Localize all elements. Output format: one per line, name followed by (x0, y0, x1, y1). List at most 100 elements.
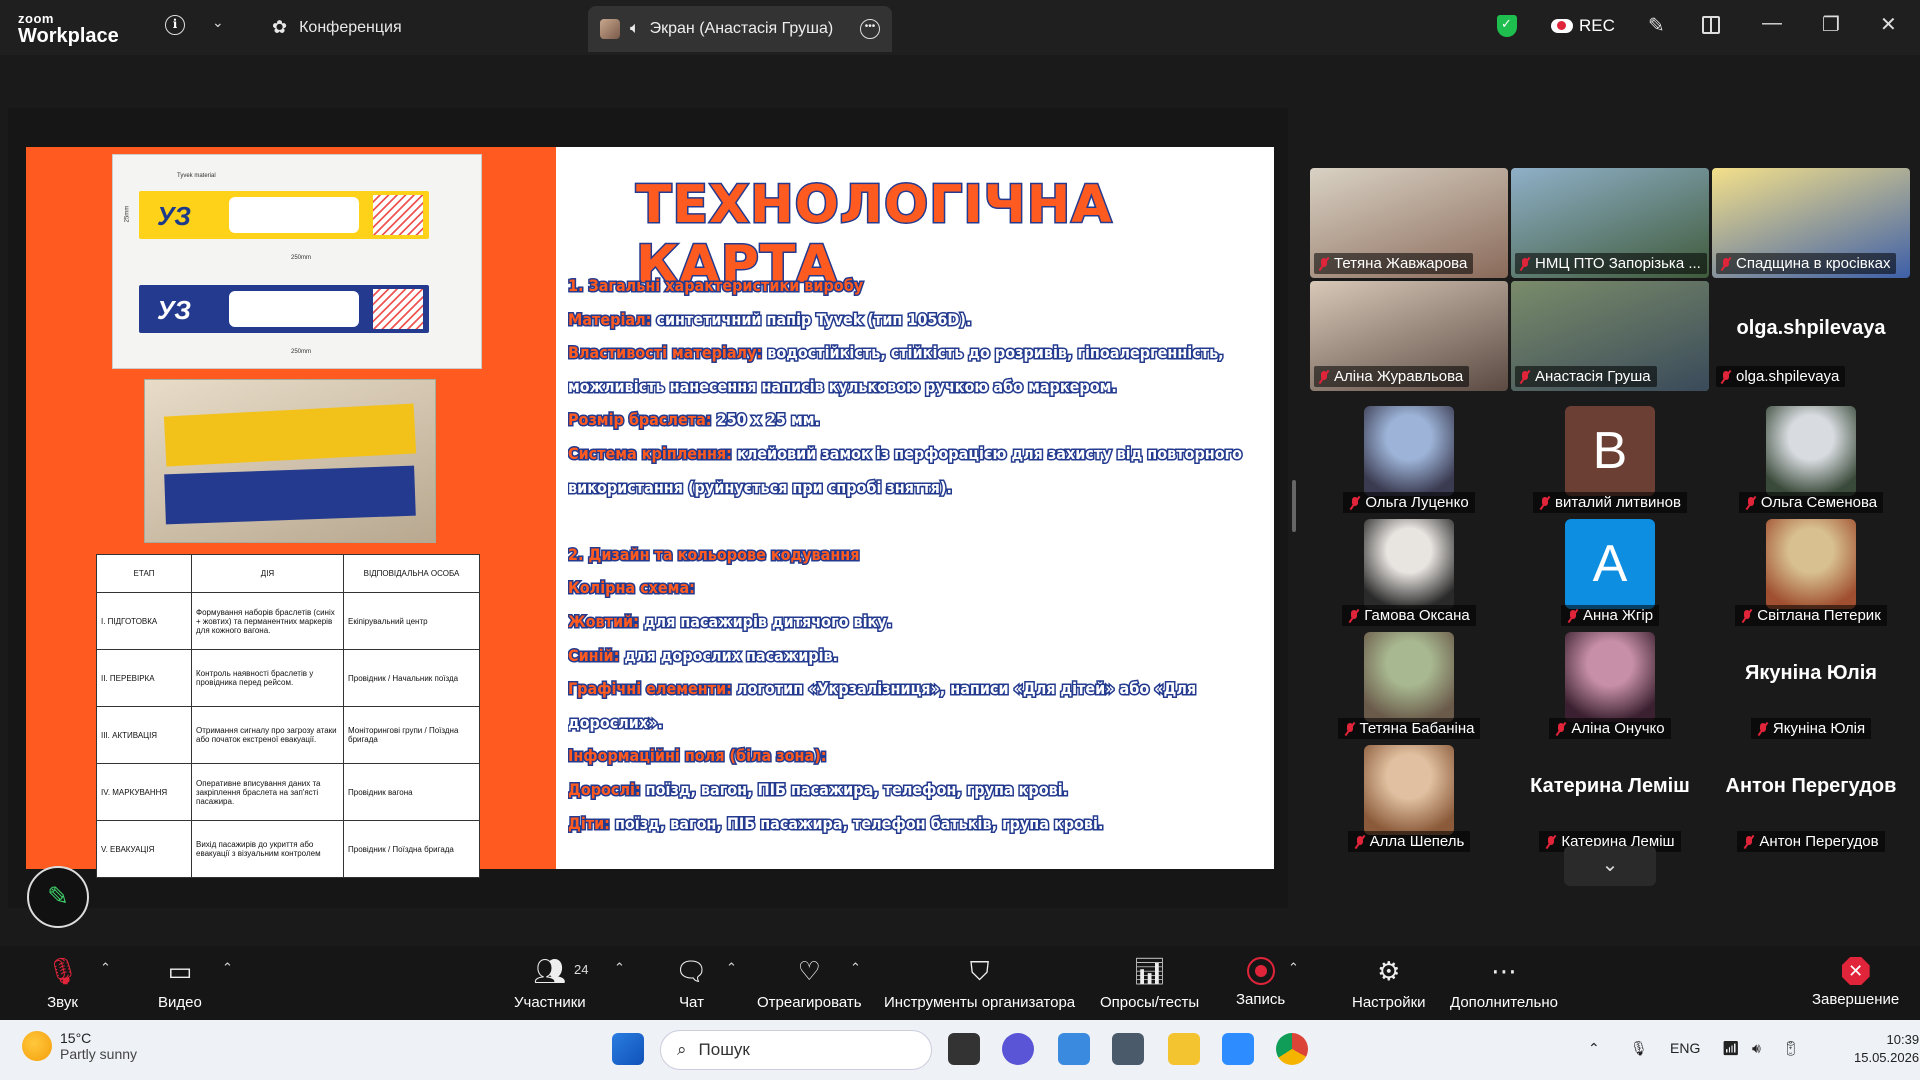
polls-label: Опросы/тесты (1100, 994, 1200, 1011)
participant-avatar-tile[interactable]: Ольга Луценко (1310, 406, 1508, 516)
taskbar-search-input[interactable]: ⌕ Пошук (660, 1030, 932, 1070)
slide-line-key: Розмір браслета: (568, 409, 713, 431)
layout-icon[interactable] (1702, 16, 1720, 34)
more-options-icon[interactable]: ••• (860, 19, 880, 39)
slide-line-value: можливість нанесення написів кульковою р… (568, 375, 1118, 397)
avatar-initial: B (1565, 406, 1655, 496)
battery-icon[interactable]: 🔋︎ (1782, 1040, 1800, 1057)
photos-app-icon[interactable] (1058, 1033, 1090, 1065)
pen-icon[interactable]: ✎ (1648, 13, 1665, 38)
record-options-caret[interactable]: ⌃ (1288, 960, 1299, 976)
settings-label: Настройки (1352, 994, 1426, 1011)
participant-name-tag: olga.shpilevaya (1716, 366, 1846, 387)
record-button[interactable]: Запись (1236, 954, 1285, 1008)
slide-line-key: Колірна схема: (568, 577, 696, 599)
wifi-icon[interactable]: 📶︎ (1722, 1040, 1740, 1057)
calculator-icon[interactable] (1112, 1033, 1144, 1065)
windows-start-icon[interactable] (612, 1033, 644, 1065)
participant-avatar-tile[interactable]: Тетяна Бабаніна (1310, 632, 1508, 742)
zoom-app-icon[interactable] (1222, 1033, 1254, 1065)
slide-right-panel: ТЕХНОЛОГІЧНА КАРТА 1. Загальні характери… (556, 147, 1274, 869)
input-language[interactable]: ENG (1670, 1040, 1700, 1056)
chat-button[interactable]: 🗨︎ Чат (675, 954, 708, 1011)
participant-video-tile[interactable]: Тетяна Жавжарова (1310, 168, 1508, 278)
chat-icon: 🗨︎ (675, 956, 709, 986)
participant-avatar-tile[interactable]: Bвиталий литвинов (1511, 406, 1709, 516)
participant-avatar-tile[interactable]: Гамова Оксана (1310, 519, 1508, 629)
minimize-icon[interactable]: — (1762, 12, 1782, 35)
host-tools-button[interactable]: ⛉ Инструменты организатора (884, 954, 1075, 1011)
participants-options-caret[interactable]: ⌃ (614, 960, 625, 976)
taskbar-clock[interactable]: 10:39 15.05.2026 (1854, 1031, 1919, 1067)
participant-avatar-tile[interactable]: Якуніна Юлія Якуніна Юлія (1712, 632, 1910, 742)
more-button[interactable]: ⋯ Дополнительно (1450, 954, 1558, 1011)
restore-icon[interactable]: ❐ (1822, 12, 1840, 37)
participant-avatar-tile[interactable]: A Анна Жгір (1511, 519, 1709, 629)
video-button[interactable]: ▭ Видео (158, 954, 202, 1011)
diagram-dimension-width: 250mm (291, 255, 312, 261)
participant-avatar-tile[interactable]: Антон Перегудов Антон Перегудов (1712, 745, 1910, 855)
table-cell: Контроль наявності браслетів у провідник… (191, 649, 344, 707)
participant-display-name: Якуніна Юлія (1745, 662, 1877, 684)
participant-name-tag: Алла Шепель (1310, 831, 1508, 853)
participant-avatar-tile[interactable]: Аліна Онучко (1511, 632, 1709, 742)
sharer-avatar (600, 19, 620, 39)
chevron-down-icon[interactable]: ⌄ (212, 14, 224, 31)
participant-video-tile[interactable]: Аліна Журавльова (1310, 281, 1508, 391)
slide-text-line: Синій: для дорослих пасажирів. (568, 639, 1264, 673)
participant-name: Спадщина в кросівках (1736, 255, 1891, 272)
tray-mic-icon[interactable]: 🎙︎ (1630, 1040, 1648, 1057)
table-row: III. АКТИВАЦІЯ Отримання сигналу про заг… (96, 706, 480, 764)
participant-video-tile[interactable]: НМЦ ПТО Запорізька ... (1511, 168, 1709, 278)
mic-muted-icon (1720, 257, 1732, 271)
encryption-shield-icon[interactable] (1497, 15, 1517, 37)
video-options-caret[interactable]: ⌃ (222, 960, 233, 976)
polls-button[interactable]: 📊︎ Опросы/тесты (1100, 954, 1199, 1011)
participant-name-tag: Аліна Онучко (1511, 718, 1709, 740)
weather-widget[interactable]: 15°C Partly sunny (22, 1030, 137, 1062)
mic-muted-icon (1318, 370, 1330, 384)
tab-conference[interactable]: ✿ Конференция (272, 0, 402, 55)
tab-shared-screen[interactable]: 🔈︎ Экран (Анастасія Груша) ••• (588, 6, 892, 52)
participant-video-tile[interactable]: olga.shpilevaya olga.shpilevaya (1712, 281, 1910, 391)
participants-count: 24 (574, 962, 589, 977)
annotate-pen-button[interactable]: ✎ (27, 866, 89, 928)
end-meeting-button[interactable]: ✕ Завершение (1812, 954, 1899, 1008)
info-field (229, 197, 359, 233)
copilot-chat-icon[interactable] (1002, 1033, 1034, 1065)
close-icon[interactable]: ✕ (1880, 12, 1897, 37)
slide-line-value: синтетичний папір Tyvek (тип 1056D). (651, 308, 973, 330)
slide-line-value: поїзд, вагон, ПІБ пасажира, телефон, гру… (640, 778, 1069, 800)
file-explorer-icon[interactable] (1168, 1033, 1200, 1065)
participant-avatar-tile[interactable]: Алла Шепель (1310, 745, 1508, 855)
react-options-caret[interactable]: ⌃ (850, 960, 861, 976)
react-button[interactable]: ♡ Отреагировать (757, 954, 862, 1011)
cloud-recording-indicator[interactable]: REC (1551, 16, 1615, 36)
participant-name: Тетяна Жавжарова (1334, 255, 1468, 272)
tray-overflow-chevron[interactable]: ⌃ (1588, 1040, 1600, 1057)
participant-display-name: olga.shpilevaya (1736, 317, 1886, 339)
participant-avatar-tile[interactable]: Катерина Леміш Катерина Леміш (1511, 745, 1709, 855)
table-cell: III. АКТИВАЦІЯ (96, 706, 192, 764)
chrome-icon[interactable] (1276, 1033, 1308, 1065)
diagram-dimension-width: 250mm (291, 349, 312, 355)
participant-avatar-tile[interactable]: Світлана Петерик (1712, 519, 1910, 629)
slide-text-line: Дорослі: поїзд, вагон, ПІБ пасажира, тел… (568, 773, 1264, 807)
chat-options-caret[interactable]: ⌃ (726, 960, 737, 976)
participant-video-tile[interactable]: Спадщина в кросівках (1712, 168, 1910, 278)
volume-icon[interactable]: 🔊︎ (1752, 1040, 1761, 1057)
task-view-icon[interactable] (948, 1033, 980, 1065)
gallery-next-page-button[interactable]: ⌄ (1564, 846, 1656, 886)
audio-button[interactable]: 🎙︎ Звук (46, 954, 79, 1011)
participant-video-tile[interactable]: Анастасія Груша (1511, 281, 1709, 391)
meeting-info-icon[interactable]: i (165, 15, 185, 35)
settings-button[interactable]: ⚙ Настройки (1352, 954, 1426, 1011)
gear-icon: ⚙ (1377, 956, 1401, 986)
mic-muted-icon (1555, 722, 1567, 736)
partly-sunny-icon (22, 1031, 52, 1061)
participant-display-name: Антон Перегудов (1725, 775, 1897, 797)
splitter-handle[interactable] (1292, 480, 1296, 532)
audio-options-caret[interactable]: ⌃ (100, 960, 111, 976)
participant-avatar-tile[interactable]: Ольга Семенова (1712, 406, 1910, 516)
mic-muted-icon (1720, 370, 1732, 384)
